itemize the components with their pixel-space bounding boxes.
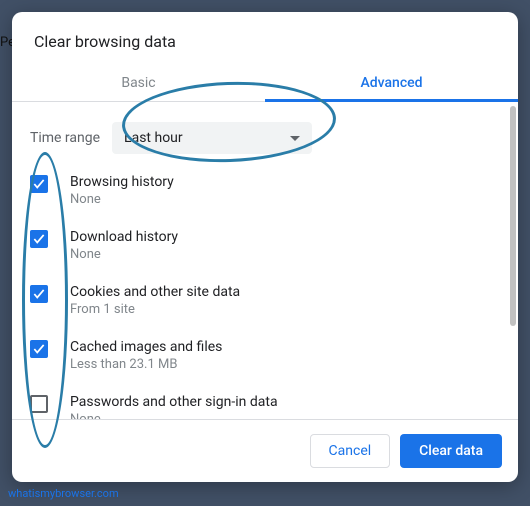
- clear-data-button-label: Clear data: [419, 443, 483, 459]
- item-subtitle: None: [70, 247, 178, 262]
- item-text: Cookies and other site data From 1 site: [70, 284, 240, 317]
- dialog-title: Clear browsing data: [12, 12, 518, 63]
- item-title: Passwords and other sign-in data: [70, 394, 278, 410]
- dialog-footer: Cancel Clear data: [12, 419, 518, 482]
- chevron-down-icon: [290, 136, 300, 141]
- list-item: Cookies and other site data From 1 site: [30, 284, 502, 317]
- checkbox[interactable]: [30, 395, 48, 413]
- item-subtitle: Less than 23.1 MB: [70, 357, 222, 372]
- item-subtitle: None: [70, 412, 278, 419]
- list-item: Download history None: [30, 229, 502, 262]
- items-list: Browsing history None Download history None…: [30, 174, 502, 419]
- list-item: Cached images and files Less than 23.1 MB: [30, 339, 502, 372]
- tab-basic[interactable]: Basic: [12, 63, 265, 101]
- item-text: Passwords and other sign-in data None: [70, 394, 278, 419]
- time-range-value: Last hour: [124, 130, 183, 146]
- time-range-label: Time range: [30, 130, 100, 146]
- time-range-row: Time range Last hour: [28, 122, 502, 154]
- item-subtitle: From 1 site: [70, 302, 240, 317]
- item-text: Browsing history None: [70, 174, 174, 207]
- list-item: Passwords and other sign-in data None: [30, 394, 502, 419]
- checkbox[interactable]: [30, 340, 48, 358]
- list-item: Browsing history None: [30, 174, 502, 207]
- item-text: Cached images and files Less than 23.1 MB: [70, 339, 222, 372]
- item-title: Cookies and other site data: [70, 284, 240, 300]
- item-title: Browsing history: [70, 174, 174, 190]
- cancel-button-label: Cancel: [329, 443, 372, 459]
- tab-advanced-label: Advanced: [360, 75, 422, 91]
- checkbox[interactable]: [30, 175, 48, 193]
- tab-advanced[interactable]: Advanced: [265, 63, 518, 101]
- clear-browsing-data-dialog: Clear browsing data Basic Advanced Time …: [12, 12, 518, 482]
- item-text: Download history None: [70, 229, 178, 262]
- item-title: Download history: [70, 229, 178, 245]
- clear-data-button[interactable]: Clear data: [400, 434, 502, 468]
- item-title: Cached images and files: [70, 339, 222, 355]
- cancel-button[interactable]: Cancel: [310, 434, 391, 468]
- tab-basic-label: Basic: [121, 75, 155, 91]
- time-range-select[interactable]: Last hour: [112, 122, 312, 154]
- dialog-body: Time range Last hour Browsing history Non…: [12, 102, 518, 419]
- checkbox[interactable]: [30, 285, 48, 303]
- item-subtitle: None: [70, 192, 174, 207]
- scrollbar[interactable]: [510, 106, 516, 326]
- attribution-text: whatismybrowser.com: [8, 487, 119, 500]
- checkbox[interactable]: [30, 230, 48, 248]
- tabs: Basic Advanced: [12, 63, 518, 102]
